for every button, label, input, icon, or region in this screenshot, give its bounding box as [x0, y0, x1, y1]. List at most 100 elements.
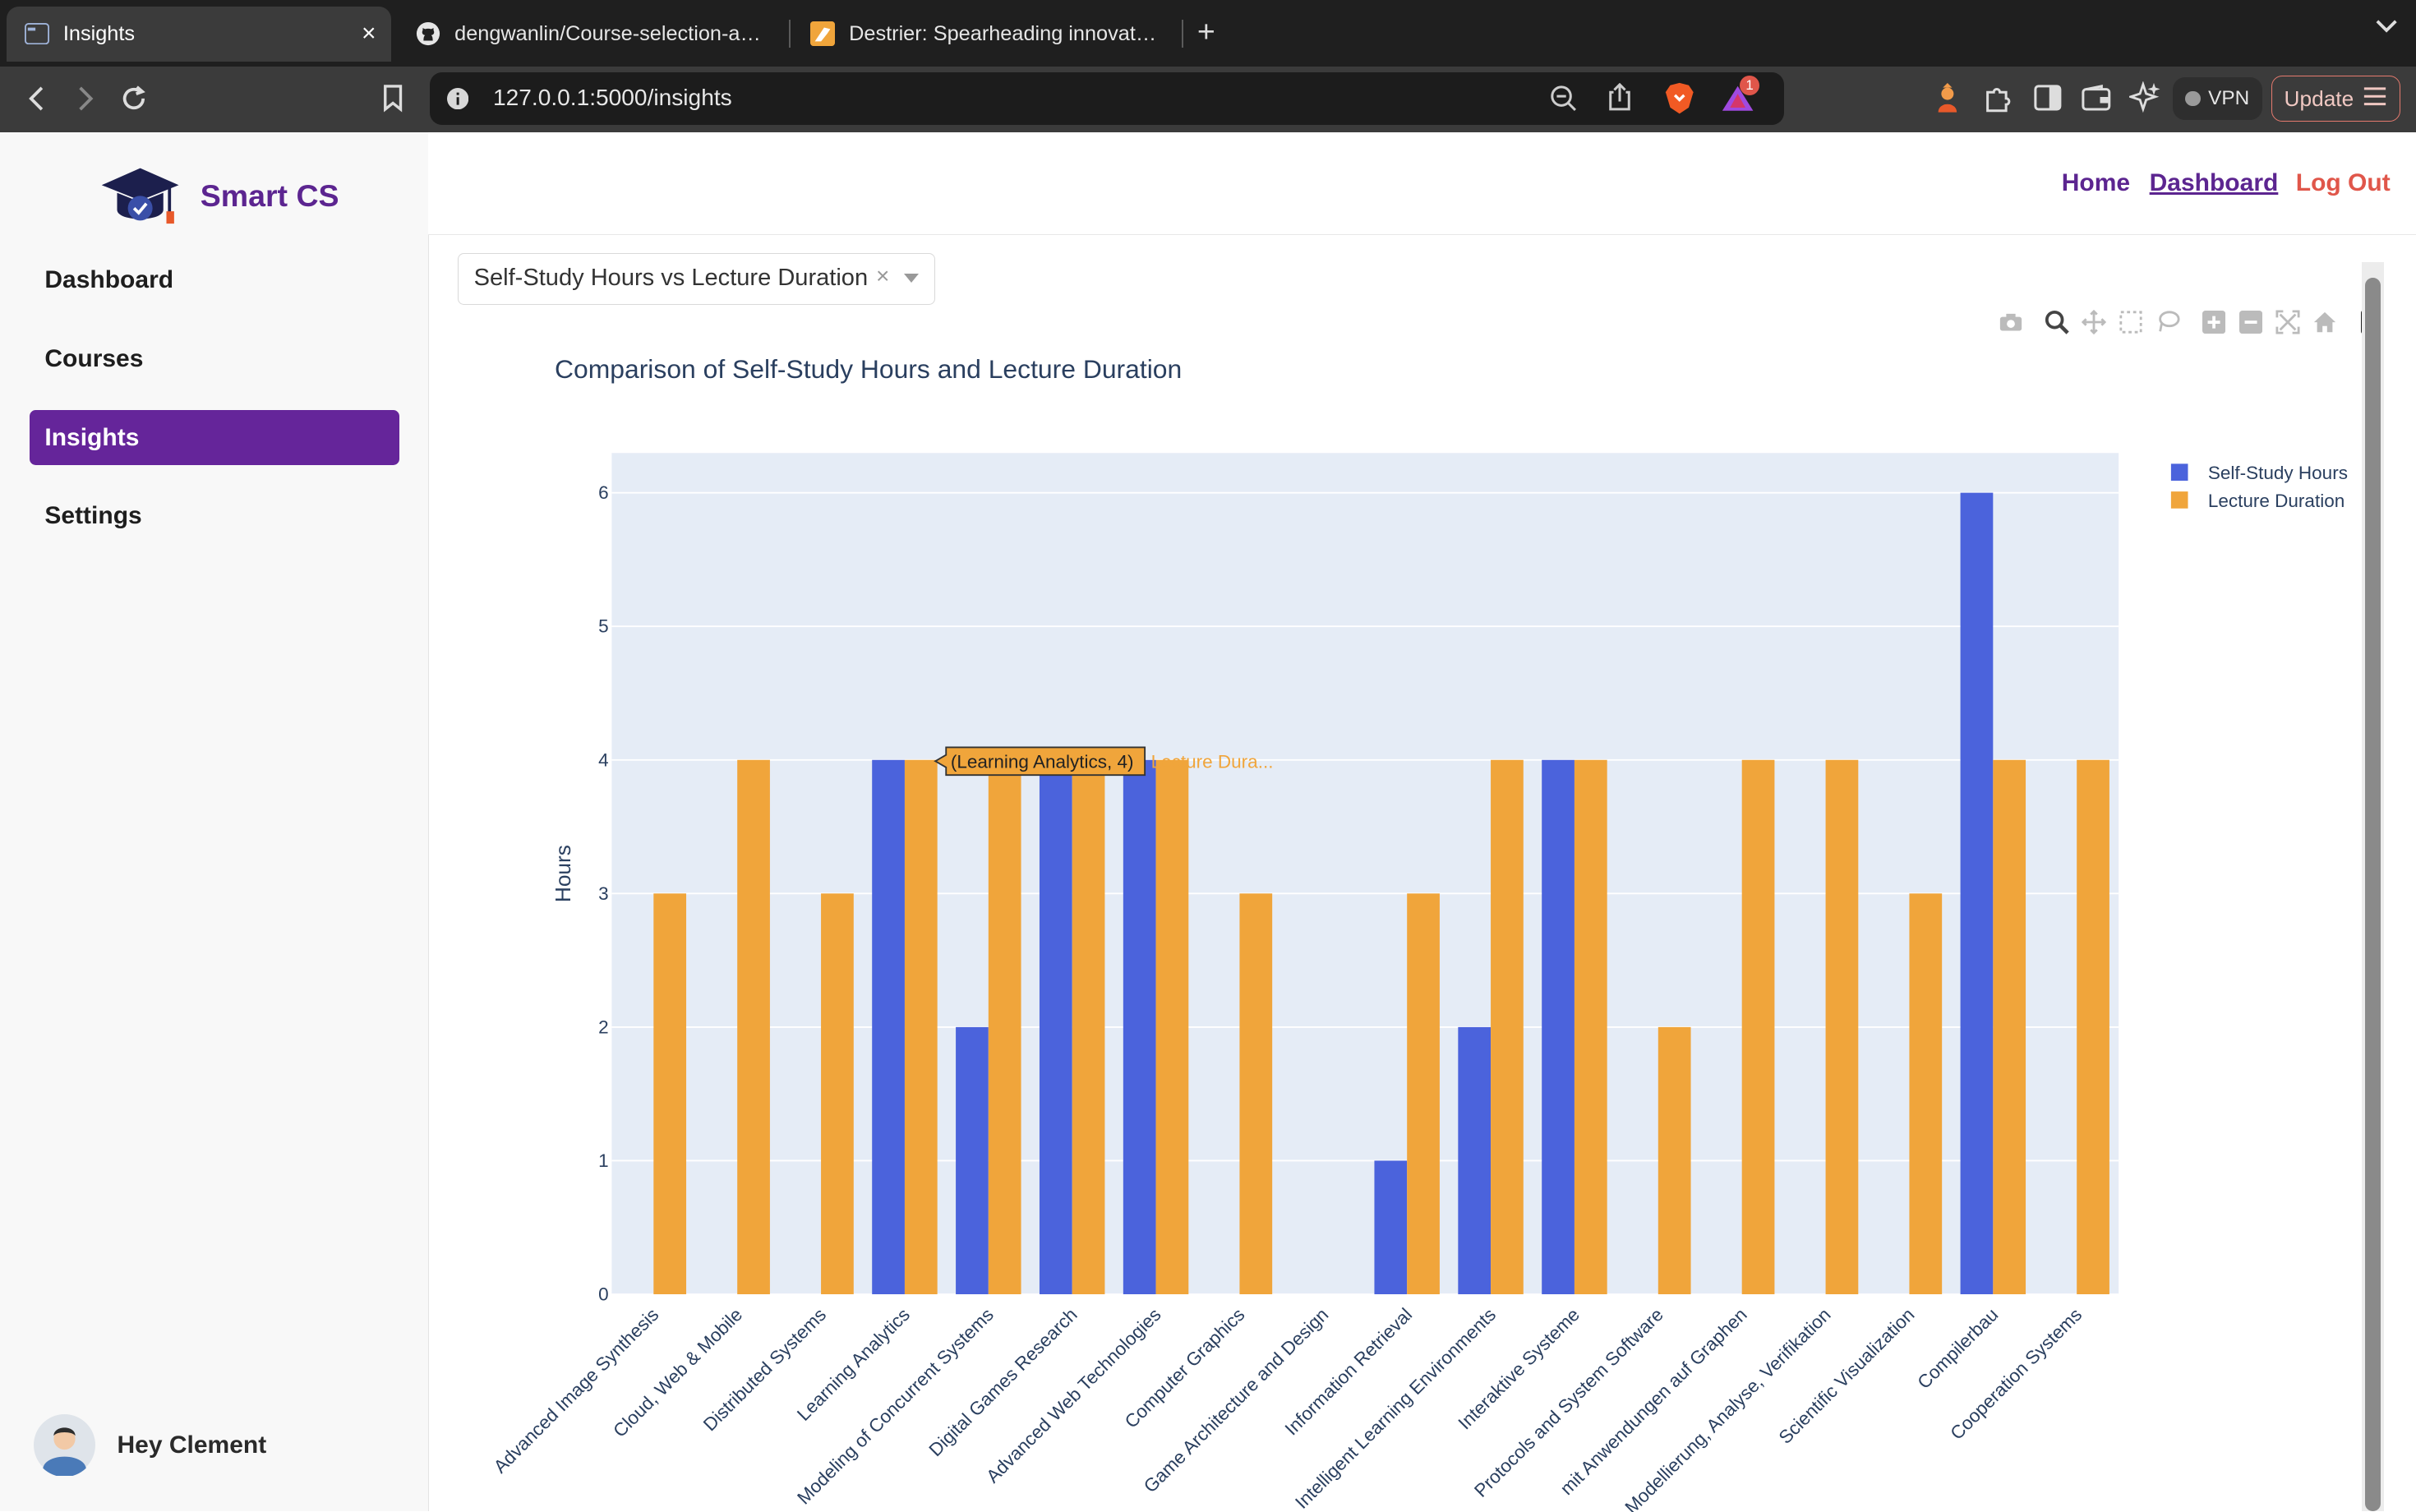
- sidebar-toggle-icon[interactable]: [2034, 85, 2062, 118]
- sidebar-item-courses[interactable]: Courses: [30, 331, 399, 387]
- bar[interactable]: [988, 759, 1021, 1294]
- bar[interactable]: [872, 759, 905, 1294]
- bar[interactable]: [904, 759, 938, 1294]
- bar[interactable]: [737, 759, 770, 1294]
- legend-label[interactable]: Self-Study Hours: [2208, 463, 2348, 483]
- scrollbar-thumb[interactable]: [2365, 277, 2381, 1512]
- bar[interactable]: [653, 893, 687, 1294]
- home-icon[interactable]: [2312, 308, 2340, 336]
- bar[interactable]: [1491, 759, 1524, 1294]
- bar[interactable]: [1072, 759, 1105, 1294]
- tab-separator: [789, 20, 791, 48]
- extensions-puzzle-icon[interactable]: [1983, 83, 2014, 121]
- bookmark-icon[interactable]: [376, 81, 410, 115]
- leo-ai-icon[interactable]: [2127, 81, 2161, 120]
- leo-extension-icon[interactable]: [1934, 83, 1962, 121]
- camera-icon[interactable]: [1997, 308, 2025, 336]
- bar[interactable]: [821, 893, 854, 1294]
- tab-destrier[interactable]: Destrier: Spearheading innovation: [792, 7, 1178, 62]
- legend-label[interactable]: Lecture Duration: [2208, 491, 2345, 511]
- autoscale-icon[interactable]: [2275, 308, 2303, 336]
- menu-icon: [2363, 86, 2387, 112]
- user-profile[interactable]: Hey Clement: [34, 1414, 267, 1477]
- lasso-select-icon[interactable]: [2154, 308, 2182, 336]
- user-greeting: Hey Clement: [117, 1431, 267, 1459]
- y-tick-label: 3: [598, 883, 609, 904]
- pan-icon[interactable]: [2080, 308, 2108, 336]
- x-tick-label: Cooperation Systems: [1946, 1304, 2086, 1444]
- tab-title: Destrier: Spearheading innovation: [849, 21, 1159, 45]
- bar[interactable]: [1960, 492, 1994, 1294]
- bar[interactable]: [2077, 759, 2109, 1294]
- chart-type-select[interactable]: Self-Study Hours vs Lecture Duration ×: [457, 252, 936, 306]
- bar[interactable]: [1374, 1160, 1408, 1294]
- bar[interactable]: [1909, 893, 1943, 1294]
- close-tab-icon[interactable]: ×: [362, 20, 376, 48]
- bar[interactable]: [1239, 893, 1273, 1294]
- forward-icon[interactable]: [68, 81, 102, 115]
- y-tick-label: 1: [598, 1150, 609, 1171]
- bar[interactable]: [1039, 759, 1072, 1294]
- bar[interactable]: [1407, 893, 1440, 1294]
- bar[interactable]: [1123, 759, 1156, 1294]
- x-tick-label: Digital Games Research: [925, 1304, 1081, 1460]
- x-tick-label: Scientific Visualization: [1775, 1304, 1919, 1448]
- y-axis-label: Hours: [551, 845, 575, 902]
- bar[interactable]: [1825, 759, 1859, 1294]
- brand-logo[interactable]: Smart CS: [99, 164, 339, 228]
- vpn-status-icon: [2185, 90, 2201, 107]
- new-tab-button[interactable]: +: [1197, 14, 1215, 49]
- clear-selection-icon[interactable]: ×: [876, 263, 889, 289]
- sidebar-item-dashboard[interactable]: Dashboard: [30, 253, 399, 309]
- legend-swatch[interactable]: [2170, 491, 2188, 509]
- x-tick-label: Advanced Web Technologies: [982, 1304, 1164, 1487]
- x-tick-label: Modellierung, Analyse, Verifikation: [1621, 1304, 1835, 1512]
- x-tick-label: Interaktive Systeme: [1455, 1304, 1584, 1433]
- home-link[interactable]: Home: [2062, 169, 2130, 197]
- bar[interactable]: [1574, 759, 1607, 1294]
- update-label: Update: [2284, 85, 2354, 111]
- logout-link[interactable]: Log Out: [2296, 169, 2391, 197]
- brave-rewards-icon[interactable]: 1: [1721, 75, 1760, 121]
- box-select-icon[interactable]: [2117, 308, 2145, 336]
- tooltip-text: (Learning Analytics, 4): [951, 752, 1134, 772]
- bar[interactable]: [1658, 1026, 1691, 1294]
- bar[interactable]: [1993, 759, 2026, 1294]
- chart-legend[interactable]: Self-Study Hours Lecture Duration: [2170, 463, 2348, 511]
- sidebar-item-insights[interactable]: Insights: [29, 409, 399, 466]
- wallet-icon[interactable]: [2082, 85, 2111, 118]
- zoom-icon[interactable]: [2043, 308, 2071, 336]
- x-tick-label: Compilerbau: [1913, 1304, 2002, 1393]
- page-scrollbar[interactable]: [2362, 261, 2384, 1512]
- zoom-out-icon[interactable]: [2238, 308, 2266, 336]
- y-tick-label: 6: [598, 482, 609, 503]
- address-bar[interactable]: 127.0.0.1:5000/insights 1: [430, 72, 1785, 125]
- url-text[interactable]: 127.0.0.1:5000/insights: [493, 85, 732, 111]
- graduation-cap-icon: [101, 168, 179, 224]
- destrier-icon: [810, 21, 836, 47]
- bar[interactable]: [1155, 759, 1189, 1294]
- bar[interactable]: [1542, 759, 1575, 1294]
- dashboard-link[interactable]: Dashboard: [2150, 169, 2279, 197]
- legend-swatch[interactable]: [2170, 463, 2188, 481]
- back-icon[interactable]: [20, 81, 53, 115]
- tab-github[interactable]: dengwanlin/Course-selection-adv: [398, 7, 780, 62]
- tab-list-chevron-icon[interactable]: [2376, 14, 2397, 39]
- sidebar-item-settings[interactable]: Settings: [30, 488, 399, 544]
- vpn-button[interactable]: VPN: [2172, 76, 2262, 121]
- update-button[interactable]: Update: [2271, 75, 2401, 122]
- site-info-icon[interactable]: [446, 87, 468, 116]
- bar[interactable]: [1741, 759, 1775, 1294]
- y-tick-label: 0: [598, 1284, 609, 1305]
- zoom-out-icon[interactable]: [1550, 85, 1578, 119]
- zoom-in-icon[interactable]: [2201, 308, 2229, 336]
- reload-icon[interactable]: [118, 81, 151, 115]
- select-value: Self-Study Hours vs Lecture Duration: [473, 264, 869, 291]
- bar[interactable]: [956, 1026, 989, 1294]
- plot-area: [611, 453, 2119, 1294]
- brave-shields-icon[interactable]: [1664, 81, 1695, 122]
- tab-insights[interactable]: Insights ×: [6, 6, 392, 62]
- share-icon[interactable]: [1607, 83, 1632, 118]
- chevron-down-icon[interactable]: [903, 273, 919, 283]
- bar[interactable]: [1458, 1026, 1492, 1294]
